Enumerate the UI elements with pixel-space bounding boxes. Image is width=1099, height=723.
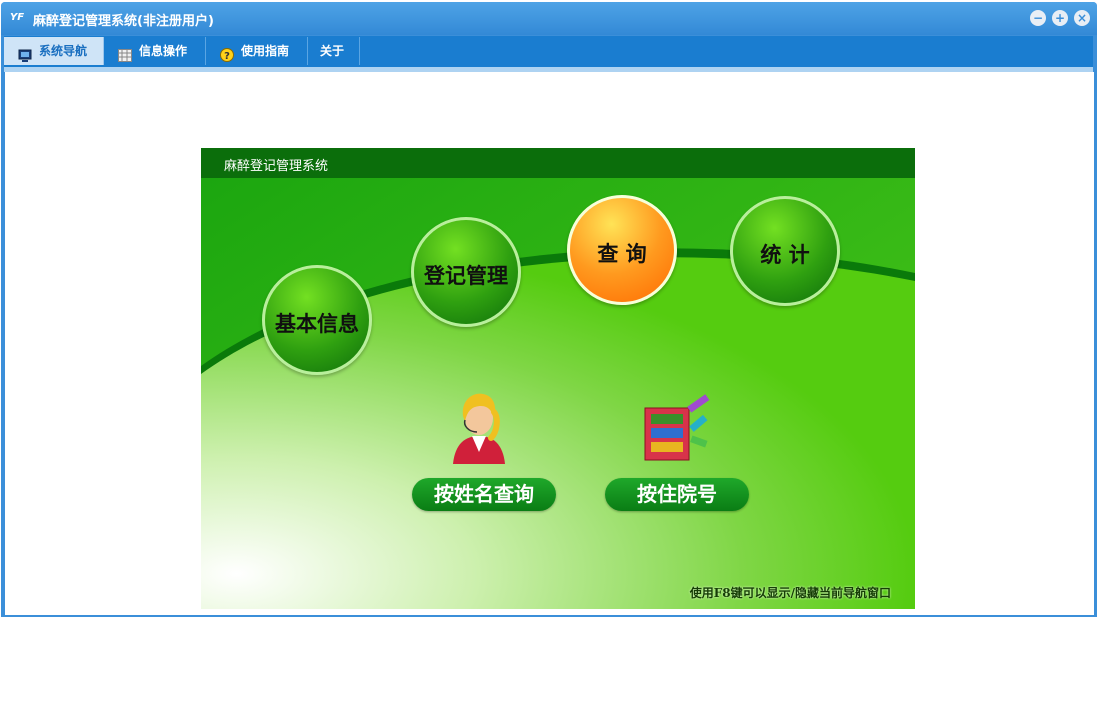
basic-info-button[interactable]: 基本信息 [262, 265, 372, 375]
operator-person-icon[interactable] [439, 386, 519, 466]
statistics-button[interactable]: 统 计 [730, 196, 840, 306]
navigation-panel: 麻醉登记管理系统 基本信息 登记管理 查 询 统 计 按姓名查询 按住院号 使用… [201, 148, 915, 609]
tab-about[interactable]: 关于 [308, 37, 360, 65]
maximize-button[interactable]: + [1052, 10, 1068, 26]
query-by-name-button[interactable]: 按姓名查询 [412, 478, 556, 511]
grid-icon [118, 44, 132, 62]
app-window: YF 麻醉登记管理系统(非注册用户) − + × 系统导航 信息操作 ? 使用指… [1, 2, 1097, 617]
title-bar: YF 麻醉登记管理系统(非注册用户) − + × [1, 2, 1097, 35]
tab-system-navigation[interactable]: 系统导航 [4, 37, 104, 65]
registration-management-button[interactable]: 登记管理 [411, 217, 521, 327]
tab-user-guide[interactable]: ? 使用指南 [206, 37, 308, 65]
close-button[interactable]: × [1074, 10, 1090, 26]
tab-info-operation[interactable]: 信息操作 [104, 37, 206, 65]
navigation-header: 麻醉登记管理系统 [201, 148, 915, 178]
tab-bar: 系统导航 信息操作 ? 使用指南 关于 [4, 36, 1093, 67]
svg-text:?: ? [224, 51, 230, 62]
help-icon: ? [220, 44, 234, 62]
navigation-title: 麻醉登记管理系统 [224, 159, 329, 174]
minimize-button[interactable]: − [1030, 10, 1046, 26]
query-by-inpatient-number-button[interactable]: 按住院号 [605, 478, 749, 511]
bookshelf-icon[interactable] [635, 390, 715, 470]
app-logo-icon: YF [10, 12, 25, 23]
monitor-icon [18, 44, 32, 62]
f8-hint-text: 使用F8键可以显示/隐藏当前导航窗口 [689, 586, 891, 600]
window-title: 麻醉登记管理系统(非注册用户) [33, 14, 214, 29]
content-area: 麻醉登记管理系统 基本信息 登记管理 查 询 统 计 按姓名查询 按住院号 使用… [5, 72, 1094, 615]
query-button[interactable]: 查 询 [567, 195, 677, 305]
